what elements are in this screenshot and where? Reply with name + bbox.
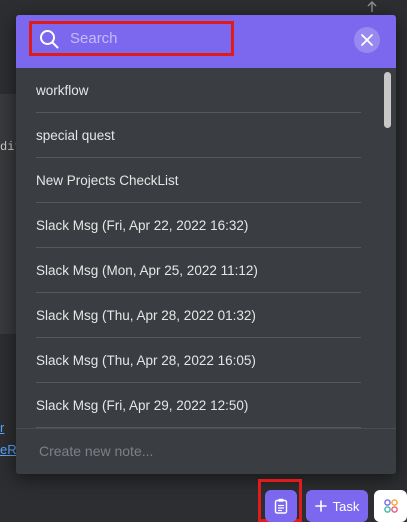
- list-item[interactable]: workflow: [36, 68, 361, 113]
- new-note-input[interactable]: [37, 442, 371, 460]
- close-button[interactable]: [354, 27, 380, 53]
- background-code-text: dit: [0, 140, 16, 154]
- list-item[interactable]: New Projects CheckList: [36, 158, 361, 203]
- list-item[interactable]: Slack Msg (Fri, Apr 22, 2022 16:32): [36, 203, 361, 248]
- new-note-footer: [16, 428, 396, 474]
- background-link[interactable]: r: [0, 420, 16, 435]
- scrollbar-thumb[interactable]: [384, 72, 391, 128]
- task-button-label: Task: [332, 498, 360, 514]
- background-link[interactable]: eR: [0, 442, 16, 457]
- search-field[interactable]: [29, 21, 234, 56]
- list-item[interactable]: Slack Msg (Thu, Apr 28, 2022 01:32): [36, 293, 361, 338]
- notes-list: workflow special quest New Projects Chec…: [16, 68, 396, 428]
- list-item[interactable]: Slack Msg (Mon, Apr 25, 2022 11:12): [36, 248, 361, 293]
- notepad-popover: workflow special quest New Projects Chec…: [16, 15, 396, 474]
- notepad-icon: [274, 498, 288, 514]
- plus-icon: [314, 500, 327, 512]
- list-item[interactable]: Slack Msg (Thu, Apr 28, 2022 16:05): [36, 338, 361, 383]
- search-icon: [38, 28, 60, 50]
- share-icon[interactable]: [364, 0, 384, 12]
- search-header: [16, 15, 396, 68]
- notepad-button[interactable]: [265, 490, 297, 522]
- close-icon: [361, 34, 373, 46]
- apps-button[interactable]: [374, 490, 407, 522]
- list-item[interactable]: Slack Msg (Fri, Apr 29, 2022 12:50): [36, 383, 361, 428]
- search-input[interactable]: [68, 29, 212, 48]
- add-task-button[interactable]: Task: [306, 490, 368, 522]
- apps-grid-icon: [383, 499, 398, 513]
- list-item[interactable]: special quest: [36, 113, 361, 158]
